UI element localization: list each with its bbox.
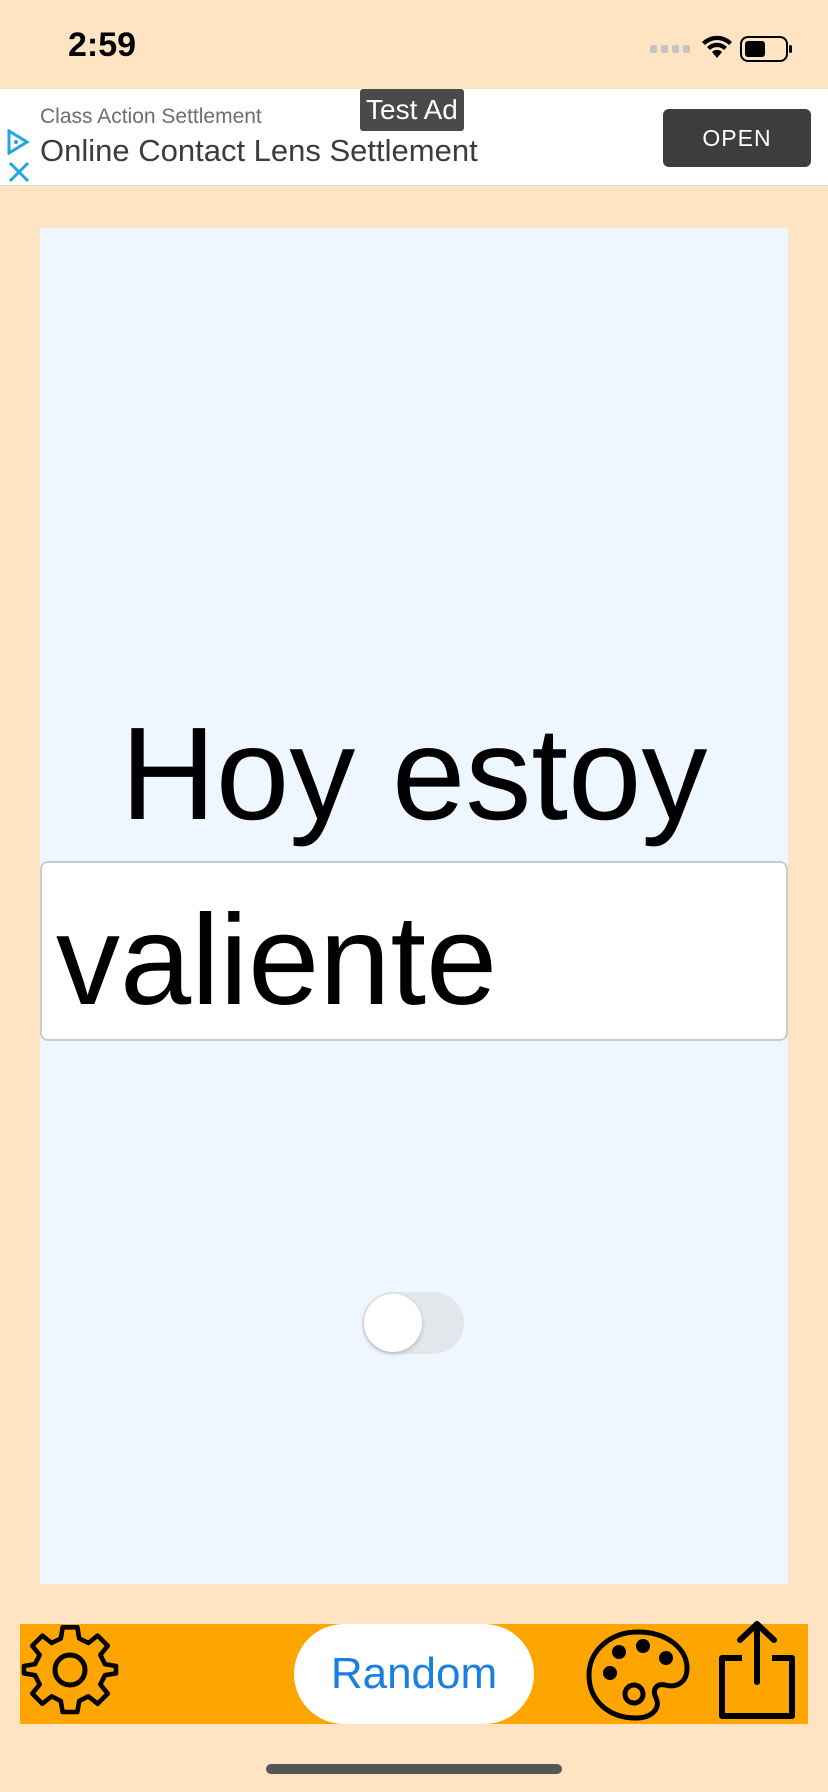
- ad-headline: Class Action Settlement: [40, 105, 262, 128]
- answer-field-value: valiente: [56, 889, 498, 1032]
- phrase-card: Hoy estoy valiente: [40, 228, 788, 1584]
- wifi-icon: [702, 35, 732, 58]
- bottom-toolbar: Random: [20, 1621, 808, 1724]
- toggle-knob: [364, 1294, 422, 1352]
- status-time: 2:59: [68, 26, 137, 64]
- phrase-prompt: Hoy estoy: [120, 700, 708, 847]
- answer-field[interactable]: valiente: [40, 861, 788, 1041]
- settings-icon[interactable]: [20, 1624, 120, 1724]
- test-ad-badge: Test Ad: [360, 89, 464, 131]
- home-indicator: [266, 1764, 562, 1774]
- status-bar: 2:59: [0, 0, 828, 90]
- palette-icon[interactable]: [586, 1628, 690, 1722]
- share-icon[interactable]: [716, 1618, 798, 1722]
- ad-banner[interactable]: Class Action Settlement Online Contact L…: [0, 89, 828, 186]
- battery-icon: [740, 36, 792, 62]
- toggle-switch[interactable]: [362, 1292, 464, 1354]
- ad-choices-icon[interactable]: [6, 129, 30, 155]
- random-button[interactable]: Random: [294, 1624, 534, 1724]
- ad-open-button[interactable]: OPEN: [663, 109, 811, 167]
- signal-icon: [650, 45, 690, 53]
- ad-title[interactable]: Online Contact Lens Settlement: [40, 133, 478, 169]
- ad-close-icon[interactable]: [8, 161, 30, 183]
